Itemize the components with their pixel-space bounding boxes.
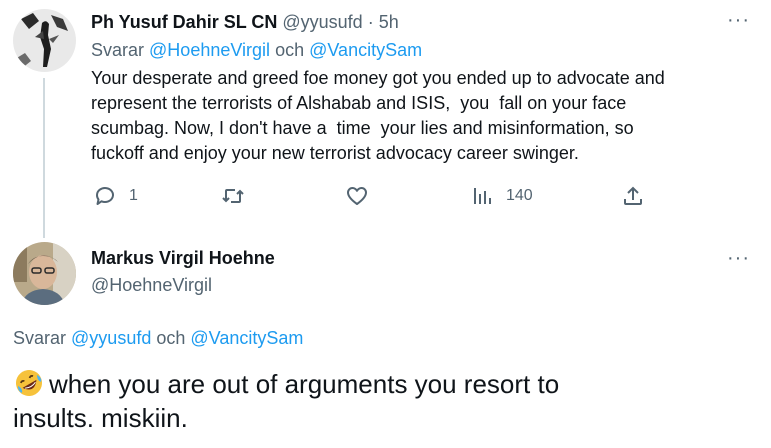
tweet-text: Your desperate and greed foe money got y… <box>91 66 751 166</box>
thread-connector-line <box>43 78 45 238</box>
mention-link[interactable]: @yyusufd <box>71 328 151 348</box>
reply-bubble-icon <box>96 187 114 205</box>
more-options-icon[interactable]: ··· <box>727 10 750 30</box>
like-button[interactable] <box>345 184 369 208</box>
replying-conjunction: och <box>156 328 186 348</box>
tweet-text-line: Your desperate and greed foe money got y… <box>91 68 665 88</box>
timestamp[interactable]: 5h <box>379 12 399 32</box>
tweet-header: Ph Yusuf Dahir SL CN @yyusufd · 5h <box>91 11 399 33</box>
user-handle[interactable]: @HoehneVirgil <box>91 274 212 296</box>
tweet-actions-bar: 1 140 <box>91 184 651 214</box>
views-bars-icon <box>474 188 491 204</box>
separator-dot: · <box>367 12 374 32</box>
display-name[interactable]: Markus Virgil Hoehne <box>91 247 275 269</box>
replying-to: Svarar @yyusufd och @VancitySam <box>13 327 303 349</box>
tweet-text-line: scumbag. Now, I don't have a time your l… <box>91 118 634 138</box>
heart-icon <box>347 187 367 205</box>
tweet-text-content: when you are out of arguments you resort… <box>49 369 560 399</box>
more-options-icon[interactable]: ··· <box>727 248 750 268</box>
share-button[interactable] <box>621 184 645 208</box>
user-handle[interactable]: @yyusufd <box>282 12 362 32</box>
reply-button[interactable]: 1 <box>93 184 138 208</box>
tweet-text-line: insults. miskiin. <box>13 403 188 433</box>
tweet-text-line: when you are out of arguments you resort… <box>13 367 713 401</box>
replying-prefix: Svarar <box>13 328 67 348</box>
rolling-on-floor-laughing-emoji <box>13 368 47 398</box>
views-count: 140 <box>506 187 533 204</box>
mention-link[interactable]: @VancitySam <box>309 40 422 60</box>
retweet-icon <box>222 189 244 203</box>
tweet-text: when you are out of arguments you resort… <box>13 367 713 435</box>
share-upload-icon <box>624 186 642 205</box>
tweet-text-line: fuckoff and enjoy your new terrorist adv… <box>91 143 579 163</box>
retweet-button[interactable] <box>221 184 245 208</box>
avatar[interactable] <box>13 9 76 72</box>
display-name[interactable]: Ph Yusuf Dahir SL CN <box>91 12 277 32</box>
avatar[interactable] <box>13 242 76 305</box>
views-button[interactable]: 140 <box>470 184 533 208</box>
replying-prefix: Svarar <box>91 40 145 60</box>
mention-link[interactable]: @HoehneVirgil <box>149 40 270 60</box>
reply-count: 1 <box>129 187 138 204</box>
replying-to: Svarar @HoehneVirgil och @VancitySam <box>91 39 422 61</box>
replying-conjunction: och <box>275 40 305 60</box>
mention-link[interactable]: @VancitySam <box>190 328 303 348</box>
tweet-text-line: represent the terrorists of Alshabab and… <box>91 93 627 113</box>
